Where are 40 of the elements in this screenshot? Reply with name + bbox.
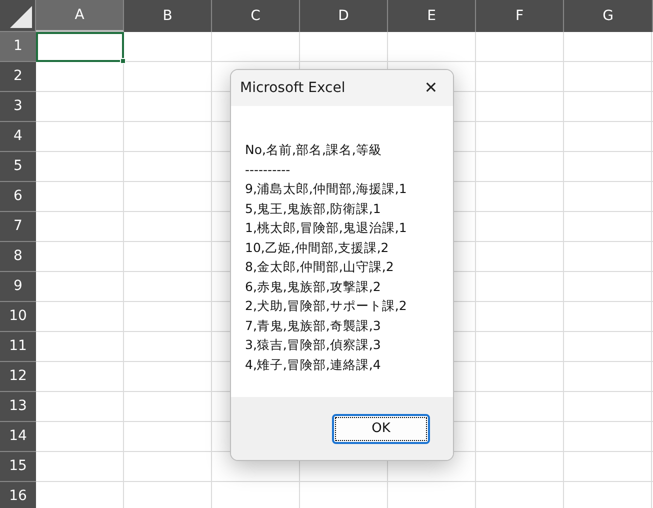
row-header[interactable]: 15 bbox=[0, 452, 36, 482]
message-line: 4,雉子,冒険部,連絡課,4 bbox=[245, 356, 382, 374]
message-line: 1,桃太郎,冒険部,鬼退治課,1 bbox=[245, 219, 408, 237]
message-line: 9,浦島太郎,仲間部,海援課,1 bbox=[245, 180, 408, 198]
message-line: ---------- bbox=[245, 160, 292, 178]
column-header[interactable]: A bbox=[36, 0, 124, 32]
dialog-title: Microsoft Excel bbox=[240, 78, 346, 98]
row-header[interactable]: 8 bbox=[0, 242, 36, 272]
row-header[interactable]: 6 bbox=[0, 182, 36, 212]
message-line: No,名前,部名,課名,等級 bbox=[245, 141, 383, 159]
ok-button[interactable]: OK bbox=[332, 414, 430, 444]
message-line: 8,金太郎,仲間部,山守課,2 bbox=[245, 258, 395, 276]
row-header[interactable]: 11 bbox=[0, 332, 36, 362]
row-header[interactable]: 13 bbox=[0, 392, 36, 422]
row-header[interactable]: 12 bbox=[0, 362, 36, 392]
row-header[interactable]: 4 bbox=[0, 122, 36, 152]
row-header[interactable]: 9 bbox=[0, 272, 36, 302]
row-header[interactable]: 10 bbox=[0, 302, 36, 332]
message-line: 2,犬助,冒険部,サポート課,2 bbox=[245, 297, 408, 315]
row-header[interactable]: 7 bbox=[0, 212, 36, 242]
row-header[interactable]: 5 bbox=[0, 152, 36, 182]
column-header[interactable]: F bbox=[476, 0, 564, 32]
row-header[interactable]: 1 bbox=[0, 32, 36, 62]
message-line: 6,赤鬼,鬼族部,攻撃課,2 bbox=[245, 278, 382, 296]
message-line: 5,鬼王,鬼族部,防衛課,1 bbox=[245, 200, 382, 218]
column-header[interactable]: G bbox=[564, 0, 653, 32]
column-header[interactable]: E bbox=[388, 0, 476, 32]
message-line: 7,青鬼,鬼族部,奇襲課,3 bbox=[245, 316, 382, 334]
row-header[interactable]: 3 bbox=[0, 92, 36, 122]
column-header[interactable]: B bbox=[124, 0, 212, 32]
close-button[interactable]: ✕ bbox=[409, 70, 453, 106]
column-header[interactable]: D bbox=[300, 0, 388, 32]
message-line: 3,猿吉,冒険部,偵察課,3 bbox=[245, 336, 382, 354]
row-header[interactable]: 2 bbox=[0, 62, 36, 92]
column-header[interactable]: C bbox=[212, 0, 300, 32]
row-header[interactable]: 14 bbox=[0, 422, 36, 452]
selected-cell[interactable] bbox=[36, 32, 124, 62]
row-header[interactable]: 16 bbox=[0, 482, 36, 508]
select-all-corner[interactable] bbox=[0, 0, 36, 32]
message-line: 10,乙姫,仲間部,支援課,2 bbox=[245, 238, 390, 256]
